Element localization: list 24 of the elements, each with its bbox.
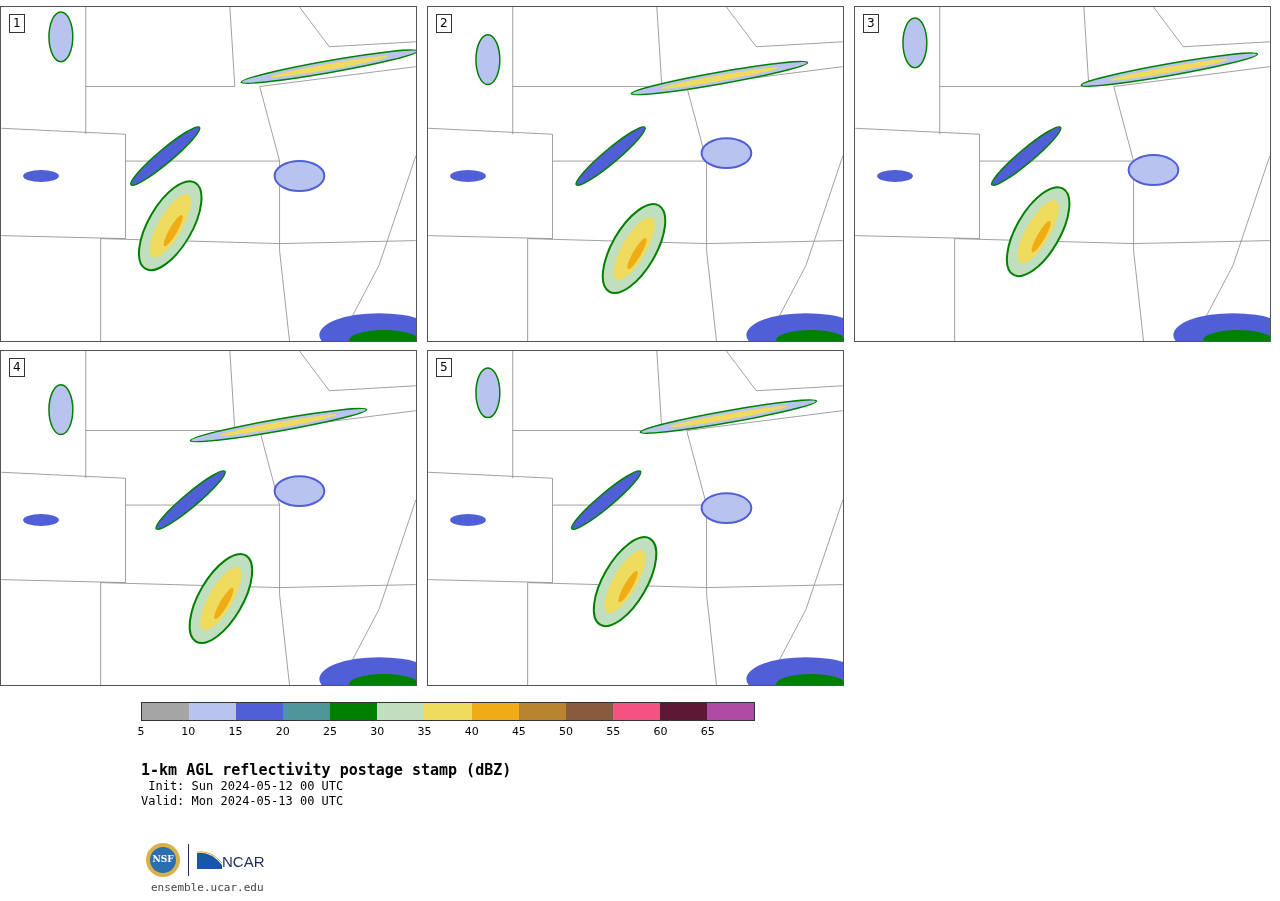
panel-number: 1 (9, 14, 25, 33)
colorbar-tick-label: 50 (559, 725, 574, 738)
nsf-logo: NSF (146, 843, 180, 877)
panel-number: 4 (9, 358, 25, 377)
colorbar-tick-label: 10 (181, 725, 196, 738)
site-url: ensemble.ucar.edu (151, 881, 265, 894)
panel-number: 2 (436, 14, 452, 33)
colorbar-tick-label: 25 (322, 725, 337, 738)
colorbar-tick-label: 35 (417, 725, 432, 738)
panel-number: 5 (436, 358, 452, 377)
colorbar-tick-label: 65 (700, 725, 715, 738)
colorbar-tick-label: 40 (464, 725, 479, 738)
colorbar-tick-label: 55 (606, 725, 621, 738)
panel-number: 3 (863, 14, 879, 33)
colorbar-tick-label: 5 (137, 725, 145, 738)
colorbar-tick-label: 45 (511, 725, 526, 738)
ncar-logo: NCAR (197, 851, 265, 869)
chart-title: 1-km AGL reflectivity postage stamp (dBZ) (141, 761, 513, 779)
colorbar-tick-label: 60 (653, 725, 668, 738)
colorbar-tick-label: 30 (370, 725, 385, 738)
colorbar-tick-label: 20 (275, 725, 290, 738)
valid-time: Valid: Mon 2024-05-13 00 UTC (141, 794, 345, 809)
colorbar-tick-label: 15 (228, 725, 243, 738)
init-time: Init: Sun 2024-05-12 00 UTC (147, 779, 345, 794)
